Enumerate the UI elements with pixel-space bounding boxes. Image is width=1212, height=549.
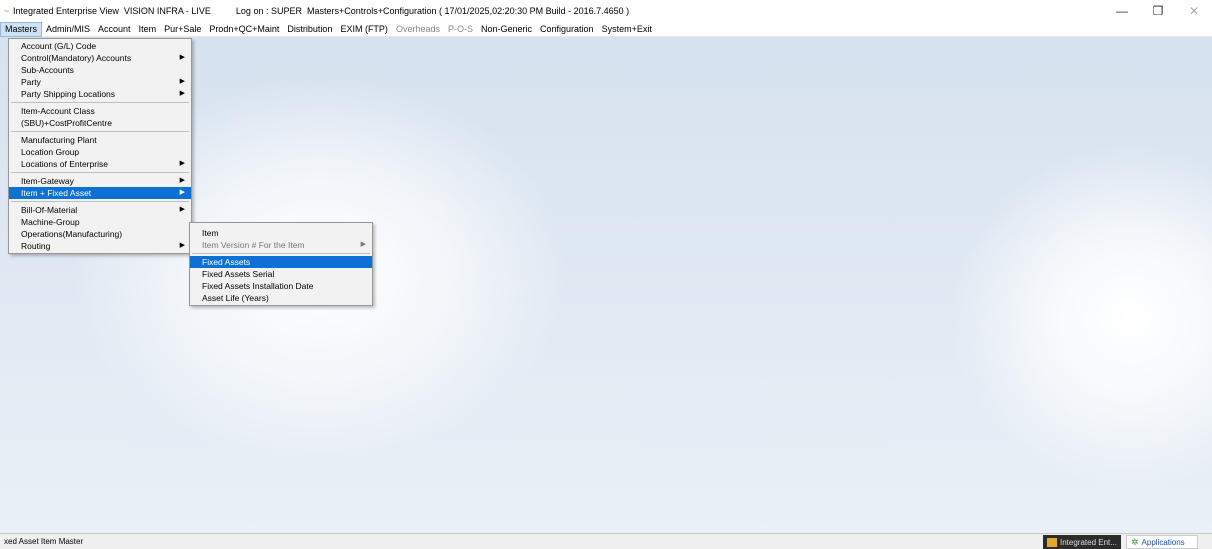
submenu-arrow-icon: ▶: [179, 160, 185, 167]
menu-account[interactable]: Account: [94, 22, 135, 37]
menu-item-bill-of-material[interactable]: Bill-Of-Material ▶: [9, 204, 191, 216]
minimize-button[interactable]: —: [1104, 0, 1140, 22]
taskbar-label: Integrated Ent...: [1060, 537, 1117, 547]
masters-dropdown: Account (G/L) Code Control(Mandatory) Ac…: [8, 38, 192, 254]
menu-item-label: Party: [21, 77, 41, 87]
menu-item-label: Control(Mandatory) Accounts: [21, 53, 132, 63]
menu-item-manufacturing-plant[interactable]: Manufacturing Plant: [9, 134, 191, 146]
submenu-item-item[interactable]: Item: [190, 227, 372, 239]
status-bar: xed Asset Item Master Integrated Ent... …: [0, 533, 1212, 549]
taskbar-integrated-enterprise[interactable]: Integrated Ent...: [1043, 535, 1121, 549]
menu-p-o-s[interactable]: P-O-S: [444, 22, 477, 37]
menu-item-item-account-class[interactable]: Item-Account Class: [9, 105, 191, 117]
menu-item-label: Routing: [21, 241, 51, 251]
taskbar-applications[interactable]: ✲ Applications: [1126, 535, 1198, 549]
menu-item-sub-accounts[interactable]: Sub-Accounts: [9, 64, 191, 76]
menu-overheads[interactable]: Overheads: [392, 22, 444, 37]
menu-system-exit[interactable]: System+Exit: [598, 22, 656, 37]
window-title: Integrated Enterprise View VISION INFRA …: [13, 6, 630, 16]
submenu-arrow-icon: ▶: [179, 78, 185, 85]
menu-bar: Masters Admin/MIS Account Item Pur+Sale …: [0, 21, 1212, 37]
menu-item-label: Item + Fixed Asset: [21, 188, 92, 198]
taskbar-label: Applications: [1141, 537, 1185, 547]
menu-item-routing[interactable]: Routing ▶: [9, 240, 191, 252]
close-button[interactable]: ✕: [1176, 0, 1212, 22]
menu-item-location-group[interactable]: Location Group: [9, 146, 191, 158]
submenu-arrow-icon: ▶: [360, 241, 366, 248]
menu-item-label: Locations of Enterprise: [21, 159, 108, 169]
submenu-item-fixed-assets-serial[interactable]: Fixed Assets Serial: [190, 268, 372, 280]
menu-distribution[interactable]: Distribution: [283, 22, 336, 37]
submenu-item-item-version[interactable]: Item Version # For the Item ▶: [190, 239, 372, 251]
submenu-arrow-icon: ▶: [179, 177, 185, 184]
menu-item-machine-group[interactable]: Machine-Group: [9, 216, 191, 228]
applications-icon: ✲: [1131, 536, 1139, 547]
app-icon: ~: [4, 6, 10, 16]
menu-item-party[interactable]: Party ▶: [9, 76, 191, 88]
submenu-arrow-icon: ▶: [179, 90, 185, 97]
menu-item-account-gl-code[interactable]: Account (G/L) Code: [9, 40, 191, 52]
maximize-button[interactable]: ❐: [1140, 0, 1176, 22]
submenu-arrow-icon: ▶: [179, 189, 185, 196]
menu-item-locations-of-enterprise[interactable]: Locations of Enterprise ▶: [9, 158, 191, 170]
menu-item[interactable]: Item: [135, 22, 161, 37]
status-text: xed Asset Item Master: [4, 537, 84, 546]
item-fixed-asset-submenu: Item Item Version # For the Item ▶ Fixed…: [189, 222, 373, 306]
menu-item-control-accounts[interactable]: Control(Mandatory) Accounts ▶: [9, 52, 191, 64]
menu-item-label: Bill-Of-Material: [21, 205, 78, 215]
menu-item-label: Item-Gateway: [21, 176, 74, 186]
submenu-arrow-icon: ▶: [179, 206, 185, 213]
submenu-arrow-icon: ▶: [179, 54, 185, 61]
menu-non-generic[interactable]: Non-Generic: [477, 22, 536, 37]
submenu-arrow-icon: ▶: [179, 242, 185, 249]
menu-configuration[interactable]: Configuration: [536, 22, 598, 37]
folder-icon: [1047, 537, 1057, 547]
menu-prodn-qc-maint[interactable]: Prodn+QC+Maint: [205, 22, 283, 37]
menu-item-party-shipping-locations[interactable]: Party Shipping Locations ▶: [9, 88, 191, 100]
menu-exim-ftp[interactable]: EXIM (FTP): [336, 22, 392, 37]
menu-masters[interactable]: Masters: [0, 21, 43, 37]
window-controls: — ❐ ✕: [1104, 0, 1212, 22]
menu-item-sbu-costprofitcentre[interactable]: (SBU)+CostProfitCentre: [9, 117, 191, 129]
title-bar: ~ Integrated Enterprise View VISION INFR…: [0, 0, 1212, 22]
menu-pur-sale[interactable]: Pur+Sale: [160, 22, 205, 37]
menu-item-label: Party Shipping Locations: [21, 89, 116, 99]
submenu-item-fixed-assets[interactable]: Fixed Assets: [190, 256, 372, 268]
menu-item-operations-manufacturing[interactable]: Operations(Manufacturing): [9, 228, 191, 240]
menu-item-label: Item Version # For the Item: [202, 240, 305, 250]
menu-admin-mis[interactable]: Admin/MIS: [42, 22, 94, 37]
menu-item-item-gateway[interactable]: Item-Gateway ▶: [9, 175, 191, 187]
submenu-item-fixed-assets-installation-date[interactable]: Fixed Assets Installation Date: [190, 280, 372, 292]
menu-item-item-fixed-asset[interactable]: Item + Fixed Asset ▶: [9, 187, 191, 199]
submenu-item-asset-life-years[interactable]: Asset Life (Years): [190, 292, 372, 304]
